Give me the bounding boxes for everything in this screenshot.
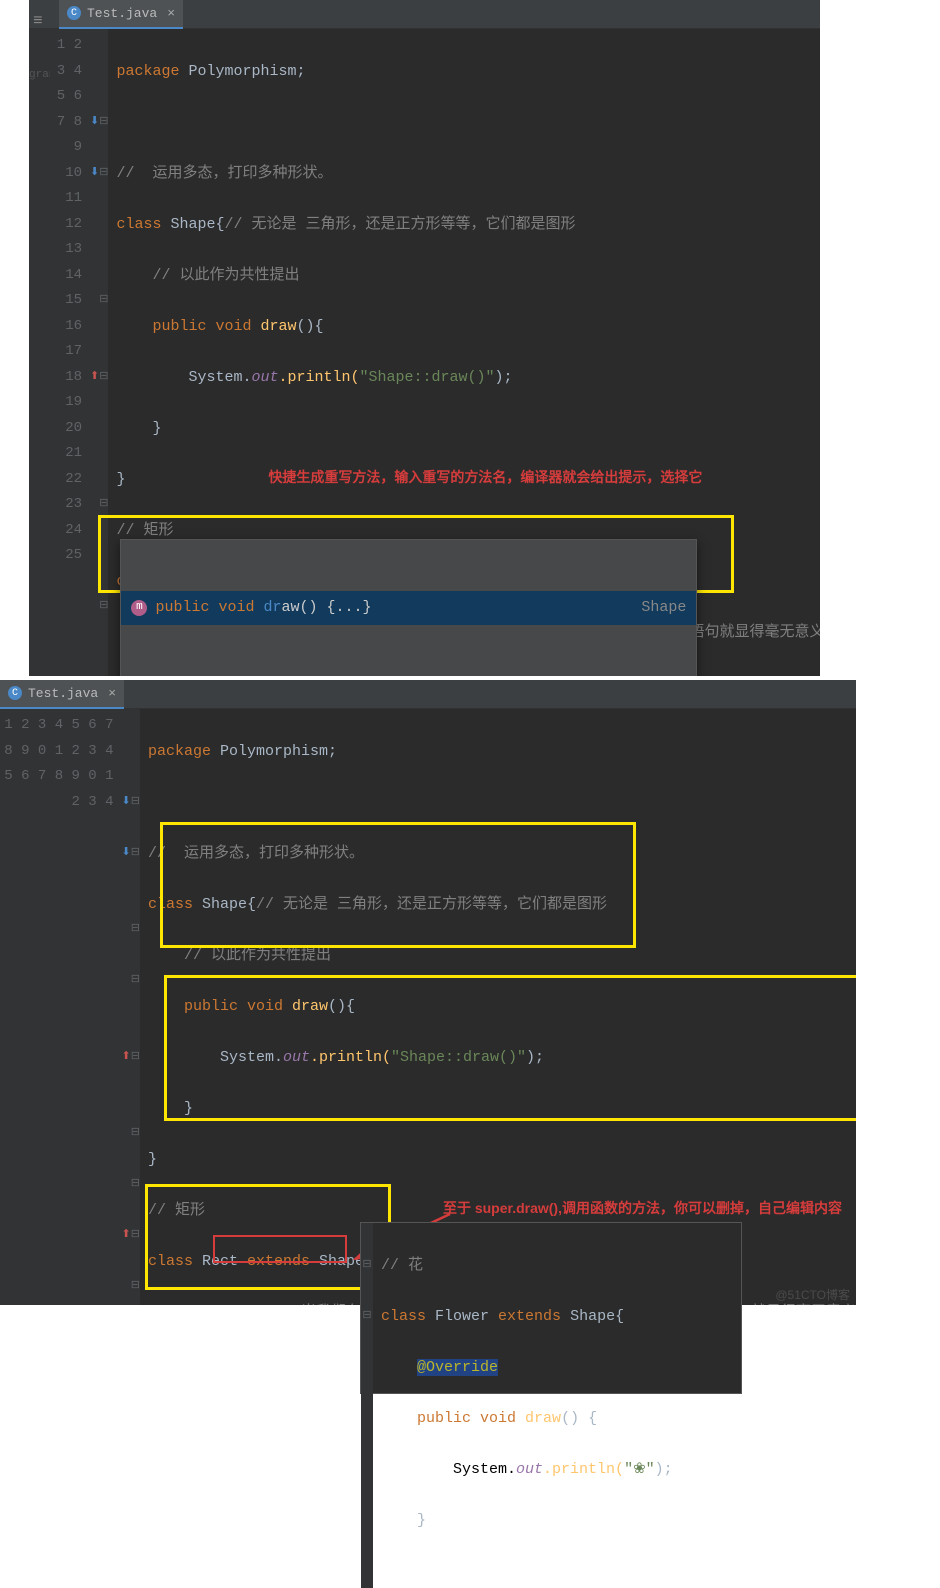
class-name: Shape [202, 896, 247, 913]
java-class-icon: C [8, 686, 22, 700]
gutter-extra: gran [29, 29, 50, 676]
comment: // 以此作为共性提出 [184, 947, 331, 964]
override-up-icon[interactable]: ⬆ [122, 1045, 131, 1071]
class-name: Rect [202, 1253, 238, 1270]
keyword: package [148, 743, 211, 760]
close-icon[interactable]: × [108, 686, 116, 701]
comment: // 花 [381, 1257, 423, 1274]
comment: // 以此作为共性提出 [152, 267, 299, 284]
origin-class: Shape [641, 595, 686, 621]
annotation: @Override [417, 1359, 498, 1376]
tab-bar: C Test.java × [0, 680, 856, 709]
annotation: @Override [184, 1304, 265, 1306]
field: out [516, 1461, 543, 1478]
completion-popup[interactable]: m public void draw() {...} Shape Press E… [120, 539, 697, 676]
code-text-top[interactable]: package Polymorphism; // 运用多态，打印多种形状。 cl… [108, 29, 820, 676]
brace: { [247, 896, 256, 913]
field: out [251, 369, 278, 386]
gutter-icons: ⬇ ⬇ ⬆ ⬆ [122, 709, 131, 1305]
menu-icon[interactable]: ≡ [33, 12, 51, 30]
pkg-name: Polymorphism [211, 743, 328, 760]
comment: // 无论是 三角形，还是正方形等等，它们都是图形 [224, 216, 575, 233]
method-icon: m [131, 600, 147, 616]
fold-column[interactable]: ⊟⊟ ⊟⊟ ⊟⊟ [99, 29, 108, 676]
override-down-icon[interactable]: ⬇ [122, 841, 131, 867]
inset-editor-panel: ⊟⊟ // 花 class Flower extends Shape{ @Ove… [360, 1222, 742, 1394]
string: "Shape::draw()" [391, 1049, 526, 1066]
override-down-icon[interactable]: ⬇ [122, 790, 131, 816]
class-name: Flower [435, 1308, 489, 1325]
code-area-top: gran 1 2 3 4 5 6 7 8 9 10 11 12 13 14 15… [29, 29, 820, 676]
field: out [283, 1049, 310, 1066]
inset-code-text[interactable]: // 花 class Flower extends Shape{ @Overri… [373, 1223, 741, 1588]
keyword: extends [498, 1308, 561, 1325]
annotation-text: 至于 super.draw(),调用函数的方法，你可以删掉，自己编辑内容 [443, 1196, 842, 1222]
comment: // 矩形 [148, 1202, 205, 1219]
gutter-icons: ⬇ ⬇ ⬆ [90, 29, 99, 676]
tab-bar: C Test.java × [29, 0, 820, 29]
method-name: draw [260, 318, 296, 335]
fold-column[interactable]: ⊟⊟ [361, 1223, 373, 1588]
comment: // 矩形 [116, 522, 173, 539]
completion-hint: Press Enter to insert, Tab to replace Ne… [121, 676, 696, 677]
keyword: void [247, 998, 292, 1015]
keyword: public [152, 318, 215, 335]
line-numbers: 1 2 3 4 5 6 7 8 9 0 1 2 3 4 5 6 7 8 9 0 … [0, 709, 122, 1305]
comment: // 运用多态，打印多种形状。 [148, 845, 364, 862]
watermark: @51CTO博客 [775, 1286, 850, 1303]
keyword: void [215, 318, 260, 335]
completion-signature: public void draw() {...} [155, 595, 371, 621]
override-up-icon[interactable]: ⬆ [122, 1223, 131, 1249]
code-text-bottom[interactable]: package Polymorphism; // 运用多态，打印多种形状。 cl… [140, 709, 856, 1305]
method: .println( [310, 1049, 391, 1066]
method-name: draw [292, 998, 328, 1015]
keyword: public [417, 1410, 480, 1427]
comment: // 运用多态，打印多种形状。 [116, 165, 332, 182]
override-down-icon[interactable]: ⬇ [90, 161, 99, 187]
editor-panel-top: ≡ C Test.java × gran 1 2 3 4 5 6 7 8 9 1… [29, 0, 820, 676]
pkg-name: Polymorphism [179, 63, 296, 80]
method: .println( [543, 1461, 624, 1478]
completion-item[interactable]: m public void draw() {...} Shape [121, 591, 696, 625]
keyword: void [480, 1410, 525, 1427]
comment: // 无论是 三角形，还是正方形等等，它们都是图形 [256, 896, 607, 913]
editor-panel-bottom: C Test.java × 1 2 3 4 5 6 7 8 9 0 1 2 3 … [0, 680, 856, 1305]
keyword: class [116, 216, 170, 233]
file-tab[interactable]: C Test.java × [59, 0, 183, 29]
fold-column[interactable]: ⊟⊟⊟ ⊟⊟⊟ ⊟⊟⊟ [131, 709, 140, 1305]
keyword: public [184, 998, 247, 1015]
override-down-icon[interactable]: ⬇ [90, 110, 99, 136]
file-tab[interactable]: C Test.java × [0, 680, 124, 709]
keyword: class [148, 896, 202, 913]
line-numbers: 1 2 3 4 5 6 7 8 9 10 11 12 13 14 15 16 1… [50, 29, 90, 676]
string: "Shape::draw()" [360, 369, 495, 386]
method-name: draw [525, 1410, 561, 1427]
sys: System. [220, 1049, 283, 1066]
string: "❀" [624, 1461, 655, 1478]
java-class-icon: C [67, 6, 81, 20]
sys: System. [453, 1461, 516, 1478]
method: .println( [278, 369, 359, 386]
code-area-bottom: 1 2 3 4 5 6 7 8 9 0 1 2 3 4 5 6 7 8 9 0 … [0, 709, 856, 1305]
override-up-icon[interactable]: ⬆ [90, 365, 99, 391]
class-ref: Shape [319, 1253, 364, 1270]
close-icon[interactable]: × [167, 6, 175, 21]
class-ref: Shape [570, 1308, 615, 1325]
class-name: Shape [170, 216, 215, 233]
annotation-text: 快捷生成重写方法，输入重写的方法名，编译器就会给出提示，选择它 [268, 465, 702, 491]
tab-label: Test.java [28, 686, 98, 701]
keyword: package [116, 63, 179, 80]
sys: System. [188, 369, 251, 386]
tab-label: Test.java [87, 6, 157, 21]
keyword: extends [247, 1253, 310, 1270]
